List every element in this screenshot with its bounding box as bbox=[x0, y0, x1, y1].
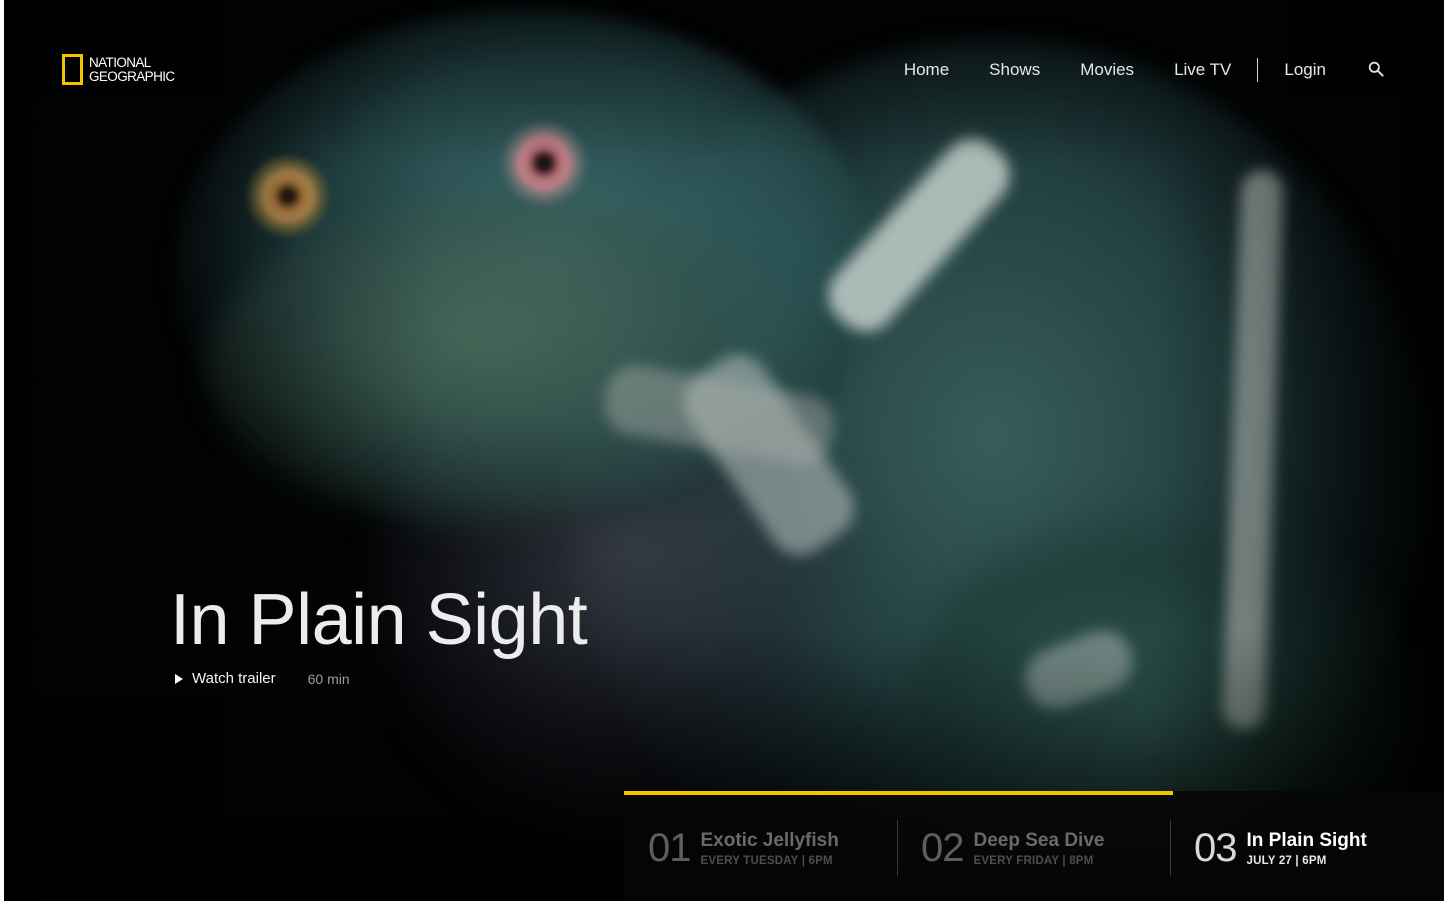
watch-trailer-button[interactable]: Watch trailer bbox=[175, 670, 276, 687]
schedule-item-title: Exotic Jellyfish bbox=[700, 829, 839, 851]
schedule-item-number: 02 bbox=[921, 826, 964, 870]
schedule-item-title: Deep Sea Dive bbox=[973, 829, 1105, 851]
duration-label: 60 min bbox=[307, 670, 350, 687]
yellow-frame-icon bbox=[62, 54, 83, 85]
top-nav: Home Shows Movies Live TV Login bbox=[904, 58, 1386, 82]
schedule-item-number: 03 bbox=[1194, 826, 1237, 870]
schedule-item-in-plain-sight[interactable]: 03 In Plain Sight JULY 27 | 6PM bbox=[1170, 795, 1443, 901]
nav-shows[interactable]: Shows bbox=[989, 60, 1040, 80]
schedule-item-title: In Plain Sight bbox=[1246, 829, 1367, 851]
hero-title: In Plain Sight bbox=[170, 580, 588, 660]
schedule-item-time: EVERY TUESDAY | 6PM bbox=[700, 854, 833, 867]
hero-background-image bbox=[4, 0, 1444, 901]
schedule-item-number: 01 bbox=[648, 826, 691, 870]
logo-line-1: NATIONAL bbox=[89, 54, 151, 70]
schedule-item-exotic-jellyfish[interactable]: 01 Exotic Jellyfish EVERY TUESDAY | 6PM bbox=[624, 795, 897, 901]
play-icon bbox=[175, 673, 183, 684]
schedule-item-time: EVERY FRIDAY | 8PM bbox=[973, 854, 1094, 867]
search-button[interactable] bbox=[1368, 61, 1386, 79]
national-geographic-logo[interactable]: NATIONAL GEOGRAPHIC bbox=[62, 54, 175, 85]
schedule-item-time: JULY 27 | 6PM bbox=[1246, 854, 1327, 867]
schedule-items: 01 Exotic Jellyfish EVERY TUESDAY | 6PM … bbox=[624, 795, 1444, 901]
watch-trailer-label: Watch trailer bbox=[192, 670, 276, 687]
nav-home[interactable]: Home bbox=[904, 60, 949, 80]
login-link[interactable]: Login bbox=[1284, 60, 1326, 80]
logo-line-2: GEOGRAPHIC bbox=[89, 68, 175, 84]
hero-stage: NATIONAL GEOGRAPHIC Home Shows Movies Li… bbox=[4, 0, 1444, 901]
nav-movies[interactable]: Movies bbox=[1080, 60, 1134, 80]
logo-wordmark: NATIONAL GEOGRAPHIC bbox=[89, 54, 175, 84]
schedule-item-deep-sea-dive[interactable]: 02 Deep Sea Dive EVERY FRIDAY | 8PM bbox=[897, 795, 1170, 901]
nav-live-tv[interactable]: Live TV bbox=[1174, 60, 1231, 80]
nav-divider bbox=[1257, 58, 1259, 82]
show-schedule: 01 Exotic Jellyfish EVERY TUESDAY | 6PM … bbox=[624, 791, 1444, 901]
search-icon bbox=[1368, 61, 1384, 77]
hero-meta: Watch trailer 60 min bbox=[175, 670, 350, 687]
